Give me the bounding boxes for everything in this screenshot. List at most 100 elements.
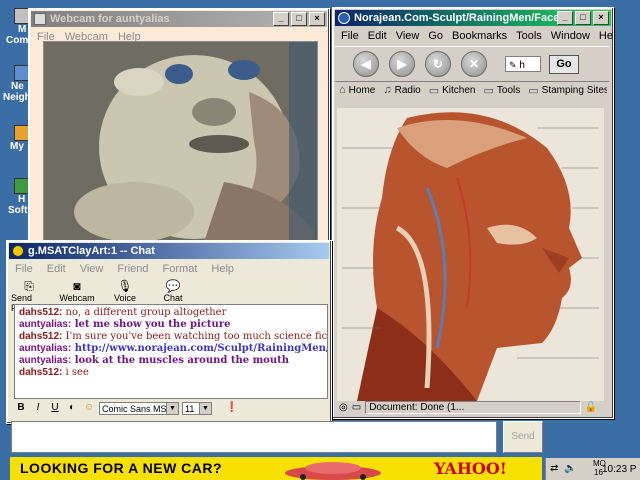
ad-brand: YAHOO! Auto xyxy=(434,459,507,480)
bookmark-stamping-sites[interactable]: ▭ Stamping Sites xyxy=(528,84,607,97)
color-palette-icon[interactable]: ◐ xyxy=(65,401,79,415)
car-image xyxy=(285,462,381,480)
desktop-icon-label: Neigh xyxy=(3,92,31,103)
bookmark-radio[interactable]: ♫ Radio xyxy=(383,84,420,96)
chat-nick: dahs512: xyxy=(19,307,63,318)
personal-toolbar: ⌂ Home ♫ Radio ▭ Kitchen ▭ Tools ▭ Stamping S… xyxy=(339,82,607,98)
page-icon: ✎ xyxy=(509,60,517,70)
network-tray-icon[interactable]: ⇄ xyxy=(550,463,558,474)
reload-button[interactable]: ↻ xyxy=(425,51,451,77)
close-button[interactable]: × xyxy=(593,11,609,25)
chat-link[interactable]: http://www.norajean.com/Sculpt/RainingMe… xyxy=(71,343,327,354)
webcam-icon: ◙ xyxy=(73,279,81,293)
bold-button[interactable]: B xyxy=(14,401,28,415)
browser-app-icon xyxy=(338,12,350,24)
anatomy-illustration xyxy=(337,108,604,401)
chat-titlebar[interactable]: g.MSATClayArt:1 -- Chat xyxy=(9,243,329,259)
chat-nick: auntyalias: xyxy=(19,319,72,330)
ad-banner[interactable]: LOOKING FOR A NEW CAR? YAHOO! Auto xyxy=(10,457,542,480)
font-select[interactable]: Comic Sans MS ▼ xyxy=(99,401,179,415)
send-file-icon: ⎘ xyxy=(24,279,34,293)
webcam-title: Webcam for auntyalias xyxy=(50,13,170,25)
desktop-icon-label: H xyxy=(18,194,26,205)
tool-label: Voice xyxy=(113,293,137,303)
webcam-video-frame xyxy=(43,41,318,243)
desktop-icon-software[interactable]: H Soft xyxy=(8,178,30,216)
chat-nick: auntyalias: xyxy=(19,355,72,366)
taskbar-clock[interactable]: 10:23 P xyxy=(602,464,636,475)
minimize-button[interactable]: _ xyxy=(273,12,289,26)
chat-text: I'm sure you've been watching too much s… xyxy=(62,331,328,342)
browser-statusbar: ◎ ▭ Document: Done (1... 🔓 xyxy=(335,398,611,416)
menu-view[interactable]: View xyxy=(80,263,104,275)
format-toolbar: B I U ◐ ☺ Comic Sans MS ▼ 11 ▼ ❗ xyxy=(14,401,239,415)
chevron-down-icon: ▼ xyxy=(166,402,178,414)
menu-window[interactable]: Window xyxy=(551,30,590,42)
desktop-icon-label: Com xyxy=(6,35,29,46)
chat-text: look at the muscles around the mouth xyxy=(71,355,290,366)
bookmark-kitchen[interactable]: ▭ Kitchen xyxy=(429,84,476,97)
forward-button[interactable]: ▶ xyxy=(389,51,415,77)
chat-nick: auntyalias: xyxy=(19,343,72,354)
desktop-icon-label: Soft xyxy=(8,205,28,216)
offline-icon: ▭ xyxy=(351,401,362,413)
chat-message: auntyalias: look at the muscles around t… xyxy=(19,355,323,367)
buzz-icon[interactable]: ❗ xyxy=(225,401,239,415)
menu-help[interactable]: He xyxy=(599,30,613,42)
menu-file[interactable]: File xyxy=(341,30,359,42)
bookmark-label: Kitchen xyxy=(442,84,476,96)
bookmark-label: Radio xyxy=(394,84,421,96)
stop-button[interactable]: ✕ xyxy=(461,51,487,77)
browser-title: Norajean.Com-Sculpt/RainingMen/Face xyxy=(354,12,557,24)
menu-help[interactable]: Help xyxy=(211,263,234,275)
url-bar[interactable]: ✎ h xyxy=(505,56,541,72)
maximize-button[interactable]: □ xyxy=(575,11,591,25)
webcam-window: Webcam for auntyalias _ □ × File Webcam … xyxy=(28,8,330,248)
desktop-icon-network[interactable]: Ne Neigh xyxy=(3,65,31,103)
browser-titlebar[interactable]: Norajean.Com-Sculpt/RainingMen/Face _ □ … xyxy=(335,10,611,26)
desktop-icon-label: My xyxy=(10,141,24,152)
webcam-titlebar[interactable]: Webcam for auntyalias _ □ × xyxy=(31,11,327,27)
bookmark-tools[interactable]: ▭ Tools xyxy=(484,84,521,97)
desktop-icon-strip: M Com Ne Neigh My H Soft xyxy=(0,0,31,240)
desktop-icon-documents[interactable]: My xyxy=(8,125,30,152)
menu-tools[interactable]: Tools xyxy=(516,30,542,42)
volume-tray-icon[interactable]: 🔈 xyxy=(564,463,576,474)
folder-icon: ▭ xyxy=(528,84,539,97)
menu-go[interactable]: Go xyxy=(428,30,443,42)
close-button[interactable]: × xyxy=(309,12,325,26)
chat-log[interactable]: dahs512: no, a different group altogethe… xyxy=(14,304,328,399)
italic-button[interactable]: I xyxy=(31,401,45,415)
menu-file[interactable]: File xyxy=(15,263,33,275)
smiley-icon[interactable]: ☺ xyxy=(82,401,96,415)
webcam-image xyxy=(44,42,317,242)
menu-edit[interactable]: Edit xyxy=(47,263,66,275)
chat-message: auntyalias: http://www.norajean.com/Scul… xyxy=(19,343,327,355)
chat-text: let me show you the picture xyxy=(71,319,231,330)
font-size-select[interactable]: 11 ▼ xyxy=(182,401,212,415)
bookmark-label: Tools xyxy=(496,84,521,96)
menu-friend[interactable]: Friend xyxy=(117,263,148,275)
maximize-button[interactable]: □ xyxy=(291,12,307,26)
anatomy-image xyxy=(337,108,604,401)
status-text: Document: Done (1... xyxy=(365,400,581,414)
messenger-icon xyxy=(12,245,24,257)
chat-nick: dahs512: xyxy=(19,331,63,342)
chat-menubar: File Edit View Friend Format Help xyxy=(9,260,329,277)
back-button[interactable]: ◀ xyxy=(353,51,379,77)
underline-button[interactable]: U xyxy=(48,401,62,415)
home-icon: ⌂ xyxy=(339,84,346,96)
message-input[interactable] xyxy=(11,421,497,453)
menu-format[interactable]: Format xyxy=(163,263,198,275)
send-button[interactable]: Send xyxy=(503,421,543,453)
menu-edit[interactable]: Edit xyxy=(368,30,387,42)
menu-view[interactable]: View xyxy=(396,30,420,42)
tool-label: Webcam xyxy=(59,293,95,303)
chat-text: i see xyxy=(62,367,89,378)
desktop-icon-computer[interactable]: M Com xyxy=(6,8,30,46)
minimize-button[interactable]: _ xyxy=(557,11,573,25)
menu-bookmarks[interactable]: Bookmarks xyxy=(452,30,507,42)
bookmark-home[interactable]: ⌂ Home xyxy=(339,84,375,96)
navigation-toolbar: ◀ ▶ ↻ ✕ ✎ h Go xyxy=(335,46,609,82)
go-button[interactable]: Go xyxy=(549,55,579,74)
